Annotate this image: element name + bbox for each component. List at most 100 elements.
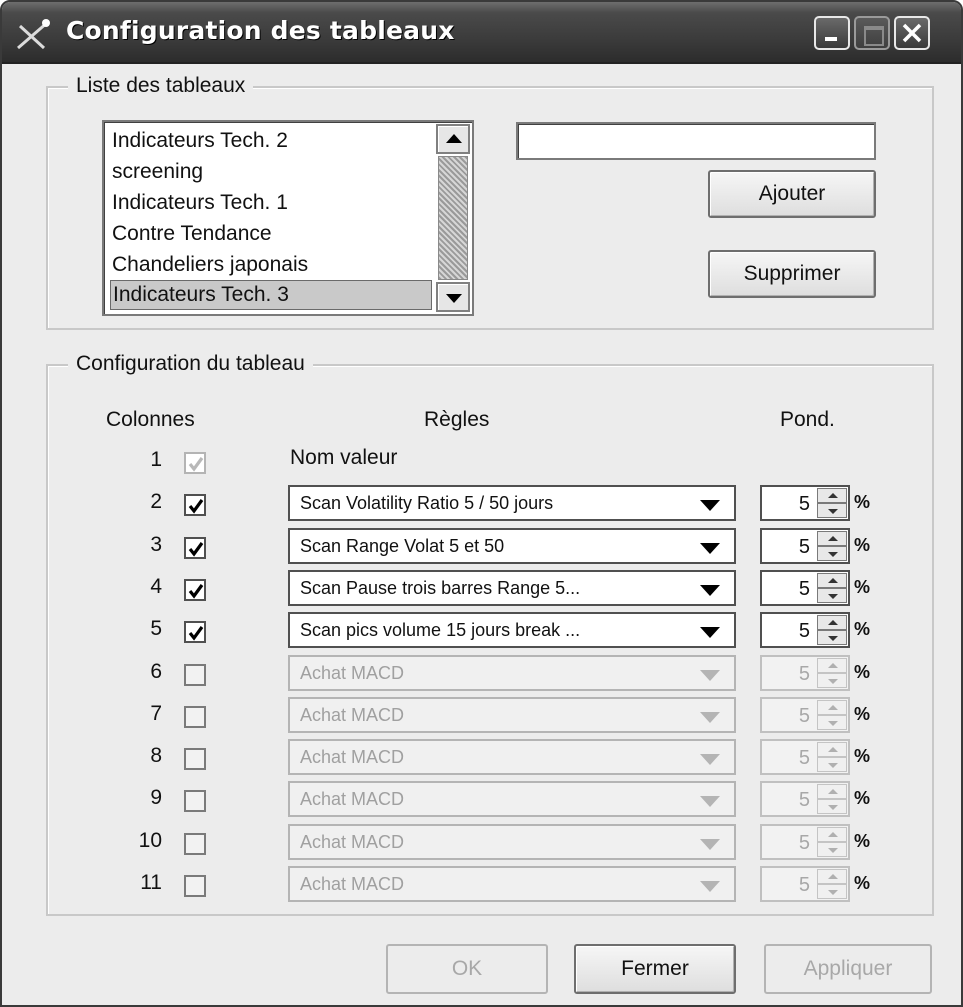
chevron-down-icon [700,712,720,723]
config-row: 7 Achat MACD 5% [2,696,961,734]
arrow-down-icon [828,679,838,684]
arrow-down-icon [828,594,838,599]
rule-dropdown[interactable]: Scan Pause trois barres Range 5... [288,570,736,606]
percent-label: % [854,619,871,639]
arrow-up-icon [828,747,838,752]
spin-down-button[interactable] [817,503,847,518]
weight-spinner[interactable]: 5 [760,612,850,648]
title-bar[interactable]: Configuration des tableaux [2,2,961,64]
scroll-down-button[interactable] [436,282,470,312]
close-dialog-button[interactable]: Fermer [574,944,736,994]
rule-dropdown-value: Achat MACD [300,663,405,683]
spinner-buttons [817,700,847,730]
close-button[interactable] [894,16,930,50]
add-button[interactable]: Ajouter [708,170,876,218]
rule-dropdown-value: Achat MACD [300,705,405,725]
list-item-selected[interactable]: Indicateurs Tech. 3 [110,280,432,310]
column-checkbox[interactable] [184,833,206,855]
rule-dropdown[interactable]: Scan Volatility Ratio 5 / 50 jours [288,485,736,521]
spin-up-button[interactable] [817,573,847,588]
spinner-buttons [817,531,847,561]
chevron-down-icon [700,670,720,681]
column-number: 6 [150,660,162,683]
spin-up-button[interactable] [817,700,847,715]
scroll-thumb[interactable] [438,156,468,280]
chevron-down-icon [700,543,720,554]
spin-up-button[interactable] [817,658,847,673]
delete-button[interactable]: Supprimer [708,250,876,298]
rule-dropdown[interactable]: Achat MACD [288,739,736,775]
weight-value: 5 [798,578,810,600]
dialog-window: Configuration des tableaux Liste des tab… [0,0,963,1007]
list-item[interactable]: Chandeliers japonais [110,250,432,280]
rule-dropdown[interactable]: Achat MACD [288,866,736,902]
spin-up-button[interactable] [817,488,847,503]
weight-value: 5 [798,789,810,811]
weight-spinner[interactable]: 5 [760,570,850,606]
weight-spinner[interactable]: 5 [760,824,850,860]
column-number: 10 [138,829,162,852]
arrow-down-icon [828,552,838,557]
checkmark-icon [188,499,204,514]
column-checkbox[interactable] [184,579,206,601]
column-checkbox[interactable] [184,621,206,643]
list-item[interactable]: Indicateurs Tech. 1 [110,188,432,218]
rule-dropdown-value: Achat MACD [300,874,405,894]
list-scrollbar[interactable] [436,124,470,312]
table-listbox[interactable]: Indicateurs Tech. 2 screening Indicateur… [102,120,474,316]
spin-down-button[interactable] [817,546,847,561]
weight-spinner[interactable]: 5 [760,655,850,691]
weight-spinner[interactable]: 5 [760,528,850,564]
column-checkbox[interactable] [184,452,206,474]
column-checkbox[interactable] [184,537,206,559]
arrow-down-icon [828,805,838,810]
spin-down-button[interactable] [817,799,847,814]
list-item[interactable]: screening [110,157,432,187]
spin-down-button[interactable] [817,630,847,645]
column-checkbox[interactable] [184,875,206,897]
weight-spinner[interactable]: 5 [760,485,850,521]
spin-down-button[interactable] [817,884,847,899]
weight-value: 5 [798,620,810,642]
column-checkbox[interactable] [184,706,206,728]
rule-dropdown[interactable]: Achat MACD [288,697,736,733]
spin-up-button[interactable] [817,784,847,799]
weight-spinner[interactable]: 5 [760,866,850,902]
ok-button[interactable]: OK [386,944,548,994]
spin-down-button[interactable] [817,757,847,772]
spin-up-button[interactable] [817,869,847,884]
column-checkbox[interactable] [184,790,206,812]
spin-up-button[interactable] [817,615,847,630]
rule-dropdown[interactable]: Scan pics volume 15 jours break ... [288,612,736,648]
column-checkbox[interactable] [184,748,206,770]
arrow-up-icon [828,832,838,837]
list-item[interactable]: Contre Tendance [110,219,432,249]
table-name-input[interactable] [516,122,876,160]
close-icon [902,23,922,43]
rule-dropdown[interactable]: Achat MACD [288,824,736,860]
weight-value: 5 [798,493,810,515]
rule-dropdown[interactable]: Achat MACD [288,655,736,691]
list-item[interactable]: Indicateurs Tech. 2 [110,126,432,156]
apply-button[interactable]: Appliquer [764,944,932,994]
spin-up-button[interactable] [817,531,847,546]
weight-spinner[interactable]: 5 [760,697,850,733]
spin-down-button[interactable] [817,842,847,857]
weight-spinner[interactable]: 5 [760,739,850,775]
column-checkbox[interactable] [184,494,206,516]
weight-spinner[interactable]: 5 [760,781,850,817]
maximize-button[interactable] [854,16,890,50]
spin-up-button[interactable] [817,827,847,842]
spin-down-button[interactable] [817,673,847,688]
minimize-button[interactable] [814,16,850,50]
spin-down-button[interactable] [817,715,847,730]
arrow-up-icon [828,663,838,668]
spin-down-button[interactable] [817,588,847,603]
percent-label: % [854,577,871,597]
column-checkbox[interactable] [184,664,206,686]
rule-dropdown[interactable]: Achat MACD [288,781,736,817]
rule-dropdown[interactable]: Scan Range Volat 5 et 50 [288,528,736,564]
config-row: 5 Scan pics volume 15 jours break ... 5% [2,611,961,649]
scroll-up-button[interactable] [436,124,470,154]
spin-up-button[interactable] [817,742,847,757]
